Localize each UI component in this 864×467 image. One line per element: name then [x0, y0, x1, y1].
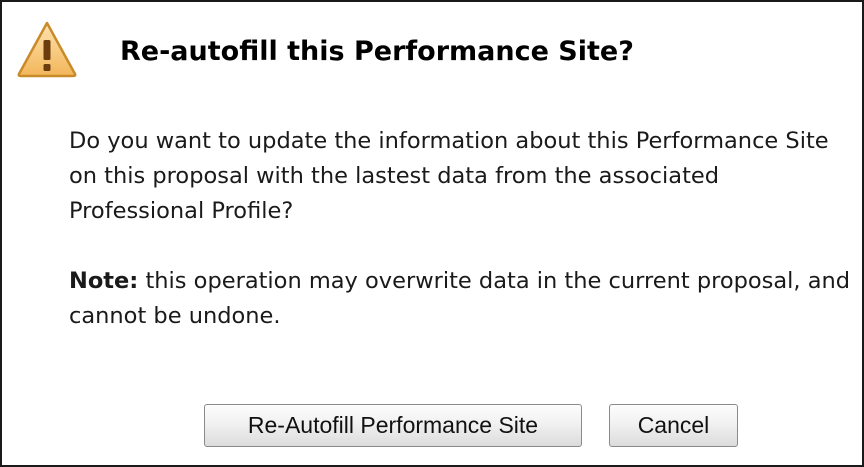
- dialog-title: Re-autofill this Performance Site?: [120, 36, 634, 67]
- dialog-message: Do you want to update the information ab…: [69, 124, 859, 334]
- dialog-note: Note: this operation may overwrite data …: [69, 264, 859, 334]
- note-text: this operation may overwrite data in the…: [69, 268, 851, 329]
- note-label: Note:: [69, 268, 139, 294]
- dialog-question: Do you want to update the information ab…: [69, 128, 829, 224]
- warning-icon: [16, 20, 78, 78]
- re-autofill-button[interactable]: Re-Autofill Performance Site: [204, 404, 582, 447]
- confirm-dialog: Re-autofill this Performance Site? Do yo…: [0, 0, 864, 467]
- cancel-button[interactable]: Cancel: [609, 404, 738, 447]
